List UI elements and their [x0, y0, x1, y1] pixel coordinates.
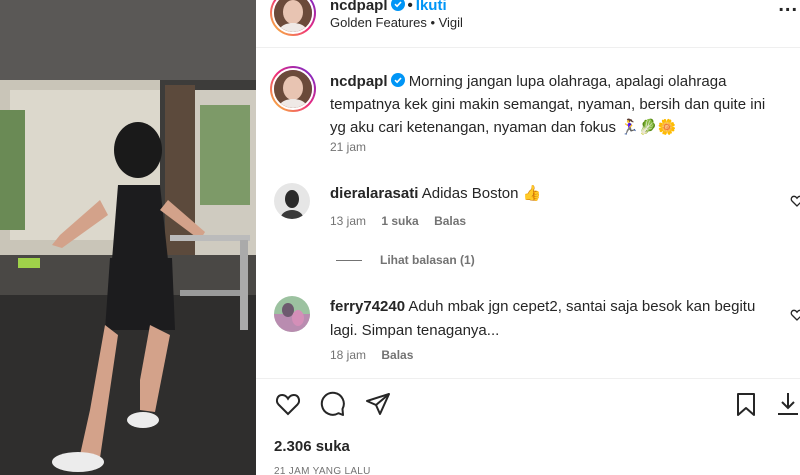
- share-icon[interactable]: [364, 390, 392, 418]
- view-replies-label[interactable]: Lihat balasan (1): [380, 253, 475, 267]
- comment-time: 18 jam: [330, 348, 367, 362]
- comment-username[interactable]: dieralarasati: [330, 185, 418, 202]
- post-date: 21 JAM YANG LALU: [274, 466, 371, 475]
- like-heart-icon[interactable]: [274, 390, 302, 418]
- caption-avatar[interactable]: [270, 66, 316, 112]
- reply-button[interactable]: Balas: [434, 214, 466, 228]
- bookmark-icon[interactable]: [732, 390, 760, 418]
- likes-count[interactable]: 2.306 suka: [274, 438, 350, 455]
- actions-divider: [256, 378, 800, 379]
- post-media[interactable]: [0, 0, 256, 475]
- commenter-avatar[interactable]: [274, 183, 310, 219]
- comment-1-meta: 13 jam 1 suka Balas: [330, 214, 478, 228]
- caption-username[interactable]: ncdpapl: [330, 73, 388, 90]
- comment-icon[interactable]: [318, 390, 346, 418]
- replies-divider: [336, 260, 362, 262]
- caption: ncdpapl Morning jangan lupa olahraga, ap…: [330, 70, 782, 139]
- gym-photo: [0, 0, 256, 475]
- header-dot: •: [407, 0, 413, 14]
- comment-text: Adidas Boston 👍: [421, 185, 542, 202]
- follow-button[interactable]: Ikuti: [416, 0, 447, 14]
- view-replies[interactable]: Lihat balasan (1): [336, 253, 475, 267]
- header-username[interactable]: ncdpapl: [330, 0, 388, 14]
- audio-track[interactable]: Golden Features • Vigil: [330, 15, 463, 30]
- comment-2: ferry74240 Aduh mbak jgn cepet2, santai …: [330, 295, 770, 343]
- comment-2-meta: 18 jam Balas: [330, 348, 425, 362]
- verified-icon: [390, 0, 405, 11]
- author-avatar[interactable]: [270, 0, 316, 36]
- caption-time: 21 jam: [330, 140, 367, 154]
- comment-1: dieralarasati Adidas Boston 👍: [330, 182, 770, 206]
- reply-button[interactable]: Balas: [381, 348, 413, 362]
- comment-username[interactable]: ferry74240: [330, 298, 405, 315]
- heart-icon[interactable]: [790, 308, 800, 322]
- post-header: ncdpapl • Ikuti Golden Features • Vigil ..…: [256, 0, 800, 48]
- more-icon[interactable]: ...: [778, 0, 798, 17]
- download-icon[interactable]: [774, 390, 800, 418]
- header-username-row: ncdpapl • Ikuti: [330, 0, 447, 14]
- verified-icon: [390, 73, 405, 87]
- comment-likes[interactable]: 1 suka: [381, 214, 418, 228]
- post-panel: ncdpapl • Ikuti Golden Features • Vigil ..…: [256, 0, 800, 475]
- commenter-avatar[interactable]: [274, 296, 310, 332]
- comment-time: 13 jam: [330, 214, 367, 228]
- heart-icon[interactable]: [790, 194, 800, 208]
